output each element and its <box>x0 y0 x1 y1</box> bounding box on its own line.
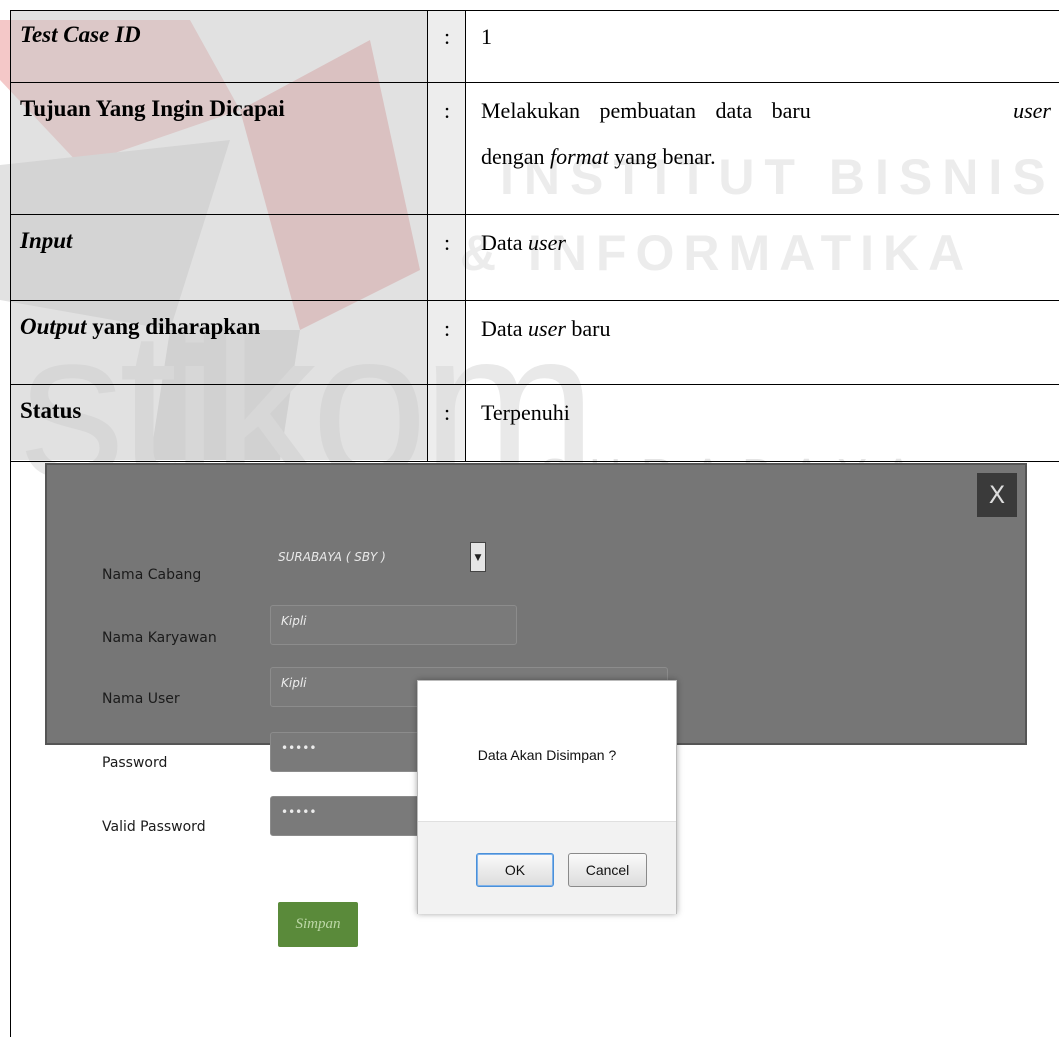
label-nama-user: Nama User <box>102 691 180 707</box>
colon-1: : <box>444 24 451 49</box>
table-border-top <box>10 10 1059 11</box>
label-output: Output yang diharapkan <box>20 314 261 339</box>
chevron-down-icon[interactable]: ▼ <box>470 542 486 572</box>
colon-2: : <box>444 98 451 123</box>
nama-cabang-select[interactable]: SURABAYA ( SBY ) ▼ <box>270 540 499 576</box>
row-line-3 <box>10 300 1059 301</box>
label-password: Password <box>102 755 168 771</box>
value-tujuan-line2: dengan format yang benar. <box>481 144 716 169</box>
value-input: Data user <box>481 230 566 255</box>
value-tujuan-line1: Melakukan pembuatan data baru user <box>481 98 1051 123</box>
confirm-dialog-footer: OK Cancel <box>418 821 676 914</box>
colon-5: : <box>444 400 451 425</box>
label-tujuan: Tujuan Yang Ingin Dicapai <box>20 96 285 121</box>
colon-3: : <box>444 230 451 255</box>
label-input: Input <box>20 228 73 253</box>
confirm-message: Data Akan Disimpan ? <box>477 747 617 763</box>
table-border-left <box>10 10 11 1037</box>
value-status: Terpenuhi <box>481 400 570 425</box>
label-nama-karyawan: Nama Karyawan <box>102 630 217 646</box>
table-divider-1 <box>427 10 428 462</box>
simpan-button[interactable]: Simpan <box>278 902 358 947</box>
ok-button[interactable]: OK <box>476 853 554 887</box>
app-screenshot-panel: X Nama Cabang SURABAYA ( SBY ) ▼ Nama Ka… <box>45 463 1027 914</box>
label-valid-password: Valid Password <box>102 819 206 835</box>
cancel-button[interactable]: Cancel <box>568 853 647 887</box>
nama-karyawan-input[interactable]: Kipli <box>270 605 517 645</box>
value-test-case-id: 1 <box>481 24 492 49</box>
nama-cabang-value: SURABAYA ( SBY ) <box>278 550 386 564</box>
label-column-shade <box>11 11 427 460</box>
row-line-1 <box>10 82 1059 83</box>
row-line-4 <box>10 384 1059 385</box>
row-line-2 <box>10 214 1059 215</box>
label-status: Status <box>20 398 82 423</box>
colon-4: : <box>444 316 451 341</box>
label-test-case-id: Test Case ID <box>20 22 141 47</box>
valid-password-input[interactable]: ••••• <box>270 796 420 836</box>
password-input[interactable]: ••••• <box>270 732 420 772</box>
label-nama-cabang: Nama Cabang <box>102 567 202 583</box>
confirm-dialog: Data Akan Disimpan ? OK Cancel <box>417 680 677 914</box>
close-button[interactable]: X <box>977 473 1017 517</box>
table-divider-2 <box>465 10 466 462</box>
row-line-5 <box>10 461 1059 462</box>
value-output: Data user baru <box>481 316 611 341</box>
